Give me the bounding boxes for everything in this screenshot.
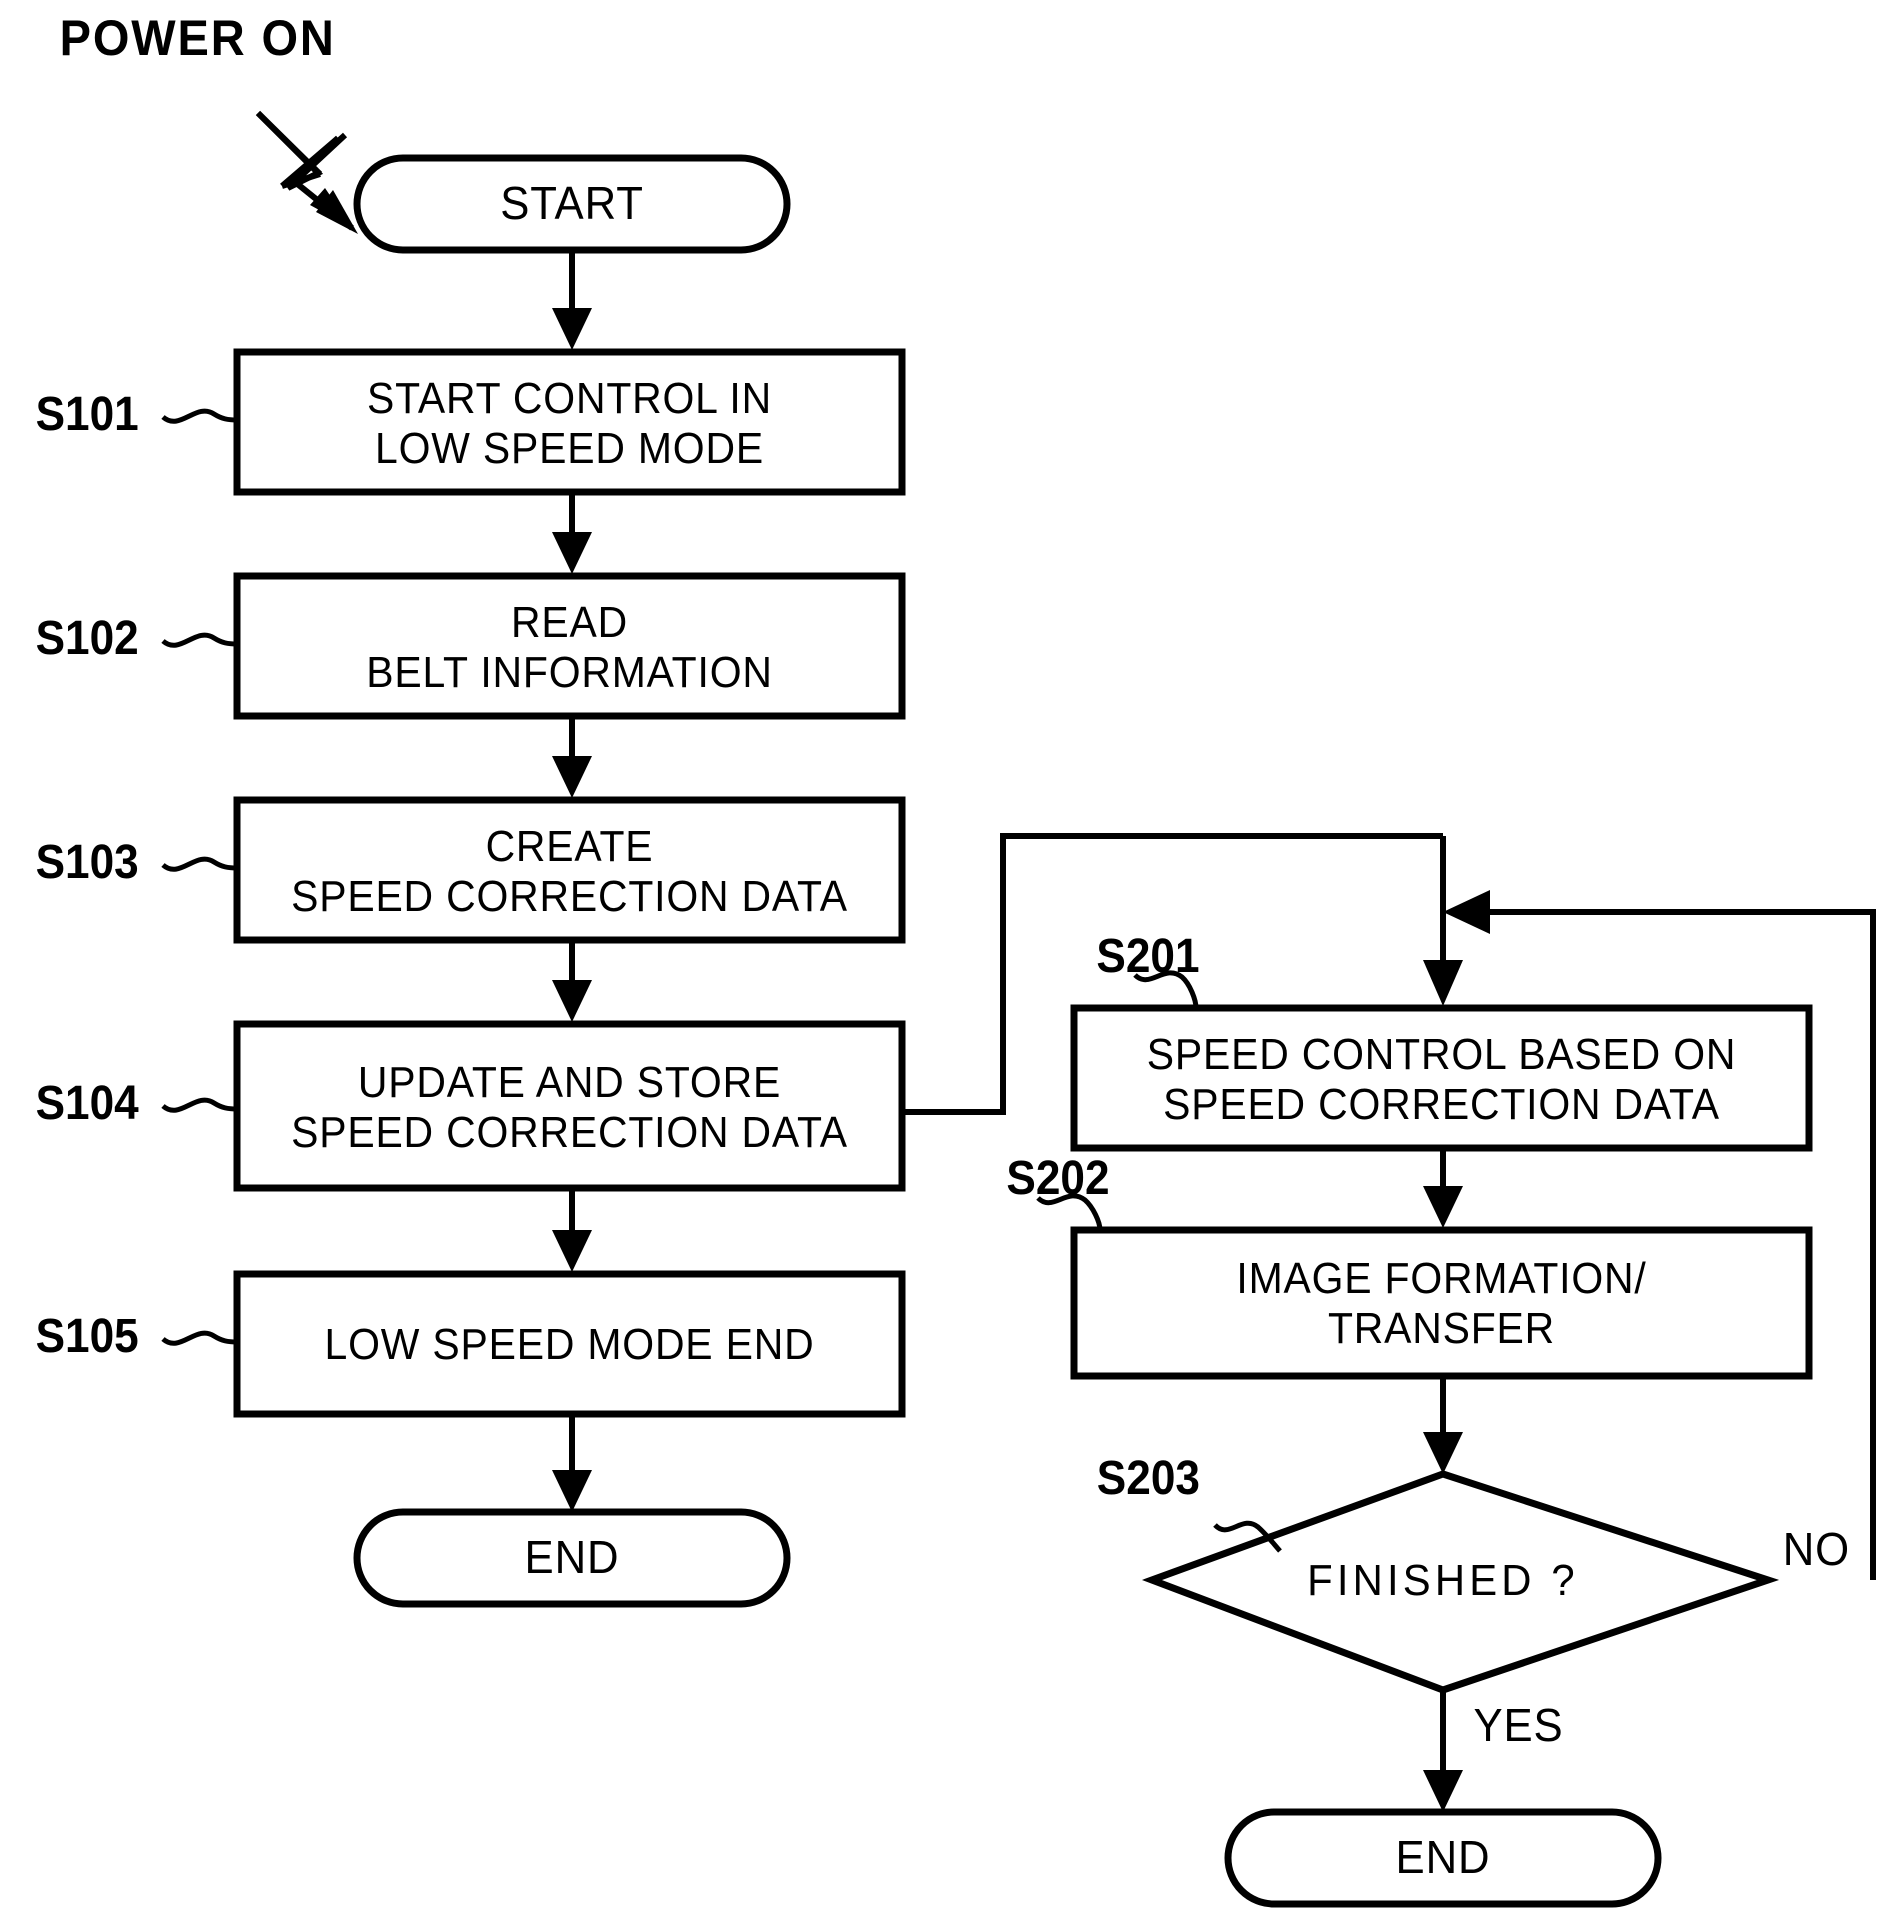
step-box-s104-line2: SPEED CORRECTION DATA	[291, 1108, 848, 1157]
step-box-s103-line2: SPEED CORRECTION DATA	[291, 872, 848, 921]
decision-no-label: NO	[1782, 1523, 1851, 1575]
decision-yes-label: YES	[1473, 1699, 1564, 1751]
end-terminal-left-label: END	[524, 1531, 620, 1583]
step-box-s104-line1: UPDATE AND STORE	[357, 1058, 782, 1107]
connector-s101-to-s102	[552, 492, 592, 574]
step-label-s102: S102	[35, 612, 139, 665]
power-on-label: POWER ON	[59, 10, 336, 66]
step-box-s202-line2: TRANSFER	[1327, 1304, 1556, 1353]
step-box-s101-line1: START CONTROL IN	[367, 374, 772, 423]
step-label-s104: S104	[35, 1077, 139, 1130]
connector-s201-to-s202	[1423, 1148, 1463, 1228]
step-box-s201-line1: SPEED CONTROL BASED ON	[1146, 1030, 1737, 1079]
step-box-s101-line2: LOW SPEED MODE	[375, 424, 764, 473]
step-label-s103: S103	[35, 836, 139, 889]
step-label-s202: S202	[1006, 1152, 1110, 1205]
connector-s105-to-end-left	[552, 1414, 592, 1512]
step-box-s102-line1: READ	[511, 598, 628, 647]
connector-start-to-s101	[552, 250, 592, 350]
step-label-s105: S105	[35, 1310, 139, 1363]
decision-label-s203: FINISHED ?	[1307, 1556, 1579, 1605]
leader-s101	[161, 408, 238, 424]
connector-merge-to-s201	[1423, 836, 1463, 1006]
leader-s103	[161, 856, 238, 872]
step-label-s203: S203	[1096, 1452, 1200, 1505]
step-box-s202-line1: IMAGE FORMATION/	[1236, 1254, 1647, 1303]
flowchart-canvas: POWER ON START S101 START CONTROL IN LOW…	[0, 0, 1895, 1932]
connector-s202-to-s203	[1423, 1376, 1463, 1474]
step-box-s102-line2: BELT INFORMATION	[366, 648, 773, 697]
step-box-s103-line1: CREATE	[485, 822, 654, 871]
connector-s103-to-s104	[552, 940, 592, 1022]
connector-yes-to-end-right	[1423, 1690, 1463, 1812]
leader-s102	[161, 632, 238, 648]
step-box-s201-line2: SPEED CORRECTION DATA	[1163, 1080, 1720, 1129]
leader-s105	[161, 1330, 238, 1346]
leader-s104	[161, 1097, 238, 1113]
connector-s104-to-s105	[552, 1188, 592, 1272]
connector-s102-to-s103	[552, 716, 592, 798]
end-terminal-right-label: END	[1395, 1831, 1491, 1883]
power-on-arrow	[255, 110, 358, 234]
flowchart-vector-layer	[161, 110, 1876, 1908]
step-box-s105-line1: LOW SPEED MODE END	[324, 1320, 815, 1369]
step-label-s201: S201	[1096, 930, 1200, 983]
start-terminal-label: START	[500, 177, 644, 229]
step-label-s101: S101	[35, 388, 139, 441]
